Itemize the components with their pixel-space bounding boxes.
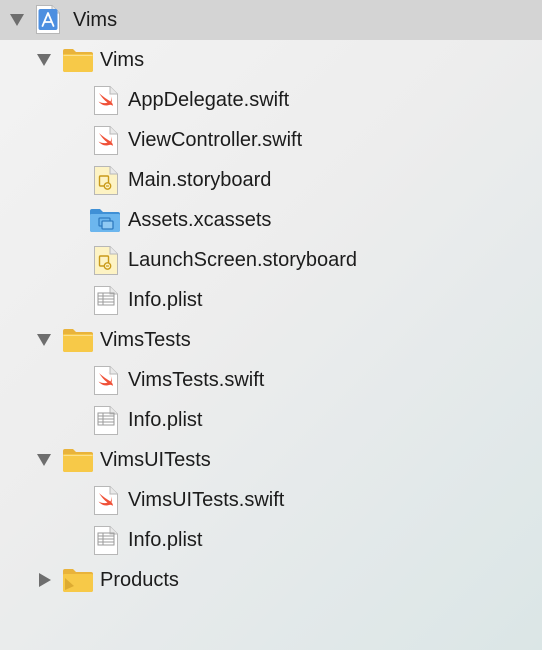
swift-file-icon [93, 125, 119, 160]
file-row-viewcontroller-swift[interactable]: ViewController.swift [0, 120, 542, 160]
swift-file-icon [93, 365, 119, 400]
disclosure-triangle-expanded-icon[interactable] [37, 454, 51, 466]
disclosure-triangle-expanded-icon[interactable] [10, 14, 24, 26]
file-row-main-storyboard[interactable]: Main.storyboard [0, 160, 542, 200]
folder-icon [62, 327, 94, 358]
file-row-info-plist[interactable]: Info.plist [0, 280, 542, 320]
group-row-products[interactable]: Products [0, 560, 542, 600]
file-row-appdelegate-swift[interactable]: AppDelegate.swift [0, 80, 542, 120]
file-name: Info.plist [128, 409, 203, 431]
file-row-info-plist[interactable]: Info.plist [0, 520, 542, 560]
folder-icon [62, 447, 94, 478]
group-name: VimsTests [100, 329, 191, 351]
plist-file-icon [93, 525, 119, 560]
xcode-project-icon [35, 4, 61, 39]
group-name: Vims [100, 49, 145, 71]
file-name: Assets.xcassets [128, 209, 272, 231]
project-name: Vims [73, 9, 118, 31]
file-row-vimsuitests-swift[interactable]: VimsUITests.swift [0, 480, 542, 520]
storyboard-file-icon [93, 245, 119, 280]
disclosure-triangle-collapsed-icon[interactable] [39, 573, 51, 587]
group-row-vims[interactable]: Vims [0, 40, 542, 80]
group-name: Products [100, 569, 179, 591]
group-name: VimsUITests [100, 449, 211, 471]
project-navigator: Vims Vims AppDelegate.swift ViewController.… [0, 0, 542, 650]
file-name: Main.storyboard [128, 169, 272, 191]
swift-file-icon [93, 485, 119, 520]
file-row-vimstests-swift[interactable]: VimsTests.swift [0, 360, 542, 400]
products-folder-icon [62, 567, 94, 598]
asset-catalog-icon [89, 207, 121, 238]
folder-icon [62, 47, 94, 78]
file-name: LaunchScreen.storyboard [128, 249, 358, 271]
file-name: Info.plist [128, 289, 203, 311]
plist-file-icon [93, 405, 119, 440]
plist-file-icon [93, 285, 119, 320]
file-row-assets-xcassets[interactable]: Assets.xcassets [0, 200, 542, 240]
group-row-vimstests[interactable]: VimsTests [0, 320, 542, 360]
disclosure-triangle-expanded-icon[interactable] [37, 54, 51, 66]
file-row-info-plist[interactable]: Info.plist [0, 400, 542, 440]
disclosure-triangle-expanded-icon[interactable] [37, 334, 51, 346]
group-row-vimsuitests[interactable]: VimsUITests [0, 440, 542, 480]
file-name: VimsTests.swift [128, 369, 265, 391]
file-name: AppDelegate.swift [128, 89, 290, 111]
file-name: ViewController.swift [128, 129, 303, 151]
file-name: VimsUITests.swift [128, 489, 285, 511]
file-name: Info.plist [128, 529, 203, 551]
project-row-vims[interactable]: Vims [0, 0, 542, 40]
file-row-launchscreen-storyboard[interactable]: LaunchScreen.storyboard [0, 240, 542, 280]
storyboard-file-icon [93, 165, 119, 200]
swift-file-icon [93, 85, 119, 120]
